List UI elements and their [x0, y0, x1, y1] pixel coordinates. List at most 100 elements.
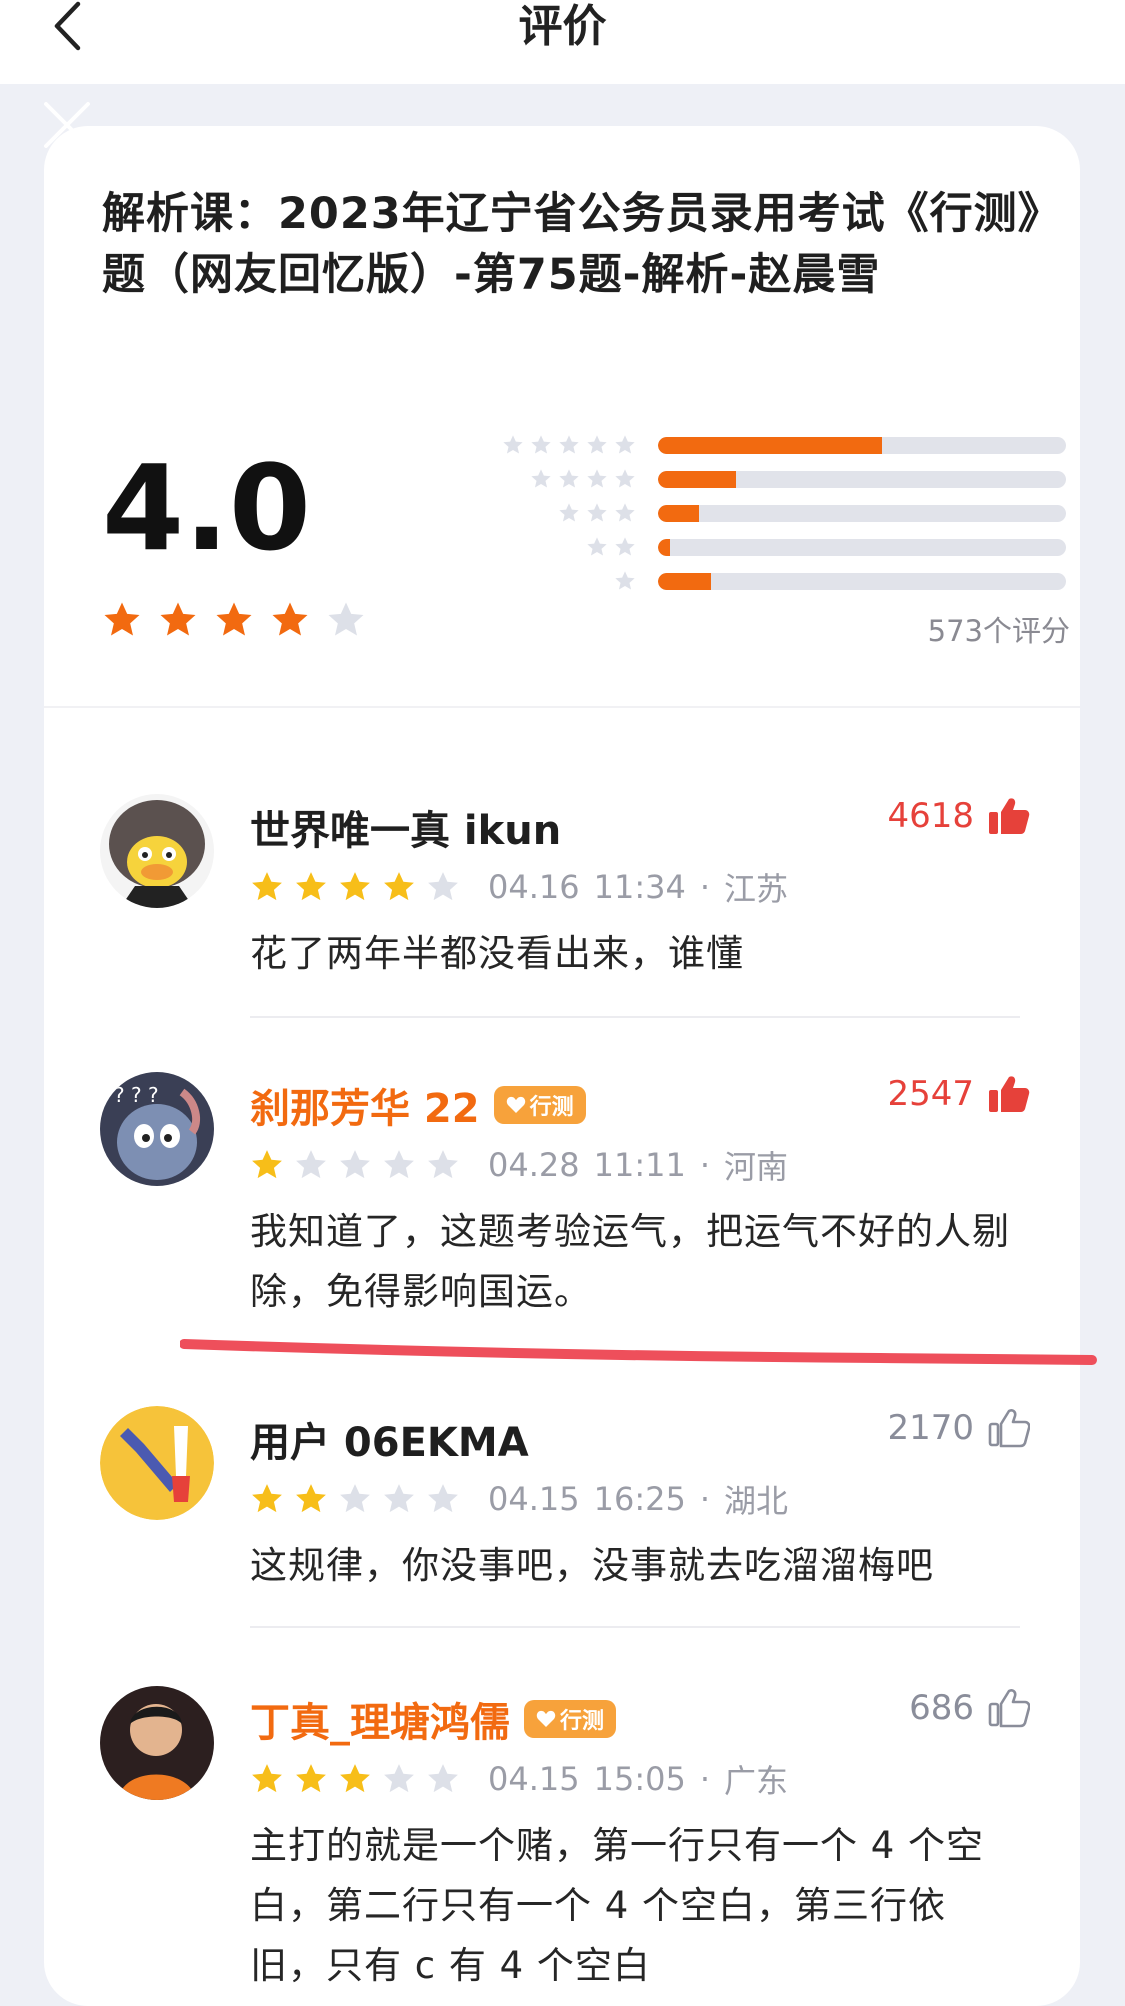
red-underline-annotation — [180, 1339, 1097, 1365]
review-date: 04.28 — [488, 1146, 580, 1184]
distribution-stars — [530, 468, 636, 490]
star-small-icon — [587, 537, 607, 556]
star-small-icon — [587, 469, 607, 488]
heart-icon — [536, 1710, 556, 1727]
star-empty-icon — [428, 1484, 458, 1513]
distribution-row — [440, 434, 1070, 458]
star-filled-icon — [296, 1484, 326, 1513]
user-name[interactable]: 丁真_理塘鸿儒 行测 — [250, 1690, 617, 1748]
average-stars — [102, 600, 366, 640]
like-button[interactable]: 2170 — [887, 1408, 1030, 1448]
star-small-icon — [587, 503, 607, 522]
svg-text:? ? ?: ? ? ? — [114, 1083, 159, 1107]
star-filled-icon — [104, 602, 140, 636]
star-filled-icon — [252, 872, 282, 901]
review-meta: 04.15 16:25 · 湖北 — [250, 1476, 788, 1522]
rating-card: 解析课：2023年辽宁省公务员录用考试《行测》题（网友回忆版）-第75题-解析-… — [44, 126, 1080, 2006]
like-count: 2170 — [887, 1408, 974, 1448]
avatar[interactable] — [100, 1406, 214, 1520]
star-filled-icon — [252, 1484, 282, 1513]
review-stars — [250, 1148, 460, 1182]
star-small-icon — [587, 435, 607, 454]
star-filled-icon — [296, 872, 326, 901]
star-small-icon — [503, 435, 523, 454]
star-empty-icon — [384, 1150, 414, 1179]
thumbs-up-filled-icon — [989, 798, 1030, 834]
review-date: 04.15 — [488, 1480, 580, 1518]
distribution-bar — [658, 471, 1066, 488]
thumbs-up-filled-icon — [989, 1076, 1030, 1112]
distribution-bar-fill — [658, 437, 883, 454]
review-text: 花了两年半都没看出来，谁懂 — [250, 932, 744, 975]
average-score: 4.0 — [102, 439, 312, 577]
star-small-icon — [615, 469, 635, 488]
distribution-bar — [658, 539, 1066, 556]
review-location: 湖北 — [724, 1482, 789, 1520]
thumbs-up-outline-icon — [988, 1409, 1030, 1448]
review-time: 16:25 — [593, 1480, 686, 1518]
user-name[interactable]: 用户 06EKMA — [250, 1410, 529, 1468]
review-text: 主打的就是一个赌，第一行只有一个 4 个空白，第二行只有一个 4 个空白，第三行… — [250, 1824, 985, 1987]
star-empty-icon — [428, 872, 458, 901]
page-title: 评价 — [518, 1, 607, 52]
review-meta: 04.16 11:34 · 江苏 — [250, 864, 788, 910]
star-filled-icon — [252, 1764, 282, 1793]
like-button[interactable]: 686 — [909, 1688, 1030, 1728]
star-small-icon — [531, 469, 551, 488]
divider — [44, 706, 1080, 708]
star-small-icon — [559, 503, 579, 522]
distribution-bar-fill — [658, 573, 712, 590]
distribution-row — [440, 536, 1070, 560]
review-meta: 04.28 11:11 · 河南 — [250, 1142, 788, 1188]
avatar[interactable]: ? ? ? — [100, 1072, 214, 1186]
star-empty-icon — [328, 602, 364, 636]
like-button[interactable]: 2547 — [887, 1074, 1030, 1114]
star-small-icon — [615, 503, 635, 522]
star-small-icon — [615, 537, 635, 556]
distribution-stars — [502, 434, 636, 456]
avatar[interactable] — [100, 794, 214, 908]
course-title: 解析课：2023年辽宁省公务员录用考试《行测》题（网友回忆版）-第75题-解析-… — [102, 189, 1062, 300]
star-small-icon — [559, 435, 579, 454]
review-stars — [250, 870, 460, 904]
distribution-row — [440, 502, 1070, 526]
thumbs-up-outline-icon — [988, 1689, 1030, 1728]
review-location: 广东 — [724, 1762, 789, 1800]
review-date: 04.16 — [488, 868, 580, 906]
dot-separator: · — [699, 868, 710, 906]
dot-separator: · — [699, 1760, 710, 1798]
distribution-stars — [614, 570, 636, 592]
user-name[interactable]: 世界唯一真 ikun — [250, 798, 561, 856]
heart-icon — [506, 1096, 525, 1113]
distribution-row — [440, 468, 1070, 492]
star-empty-icon — [428, 1764, 458, 1793]
star-filled-icon — [216, 602, 252, 636]
like-button[interactable]: 4618 — [887, 796, 1030, 836]
review-meta: 04.15 15:05 · 广东 — [250, 1756, 788, 1802]
distribution-bar — [658, 505, 1066, 522]
star-small-icon — [615, 571, 635, 590]
distribution-bar-fill — [658, 505, 699, 522]
star-filled-icon — [272, 602, 308, 636]
subject-tag: 行测 — [524, 1700, 617, 1738]
distribution-stars — [558, 502, 636, 524]
top-nav: 评价 — [0, 0, 1125, 84]
star-small-icon — [559, 469, 579, 488]
user-name[interactable]: 刹那芳华 22 行测 — [250, 1076, 586, 1134]
star-filled-icon — [296, 1764, 326, 1793]
star-empty-icon — [296, 1150, 326, 1179]
review-stars — [250, 1482, 460, 1516]
distribution-bar — [658, 573, 1066, 590]
distribution-bar-fill — [658, 539, 671, 556]
distribution-bar — [658, 437, 1066, 454]
distribution-row — [440, 570, 1070, 594]
star-empty-icon — [384, 1484, 414, 1513]
star-small-icon — [615, 435, 635, 454]
star-empty-icon — [340, 1484, 370, 1513]
star-empty-icon — [340, 1150, 370, 1179]
star-filled-icon — [384, 872, 414, 901]
avatar[interactable] — [100, 1686, 214, 1800]
distribution-stars — [586, 536, 636, 558]
review-time: 11:34 — [593, 868, 686, 906]
review-location: 江苏 — [724, 870, 789, 908]
